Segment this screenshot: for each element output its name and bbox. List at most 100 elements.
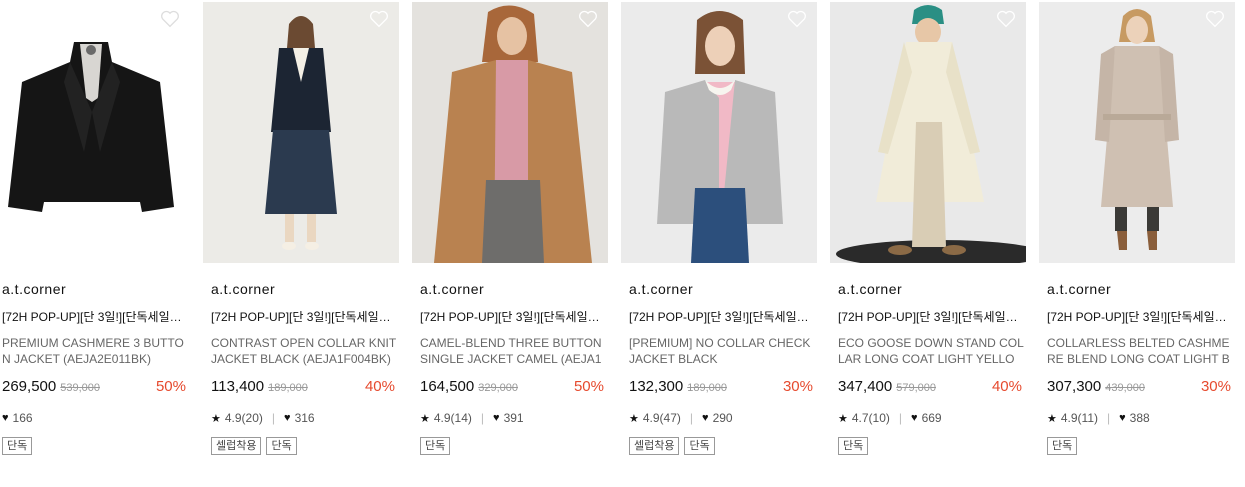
wishlist-heart-icon[interactable] xyxy=(160,10,180,28)
product-meta: ★ 4.7(10) | ♥ 669 xyxy=(838,411,942,425)
product-meta: ★ 4.9(11) | ♥ 388 xyxy=(1047,411,1150,425)
product-meta: ★ 4.9(14) | ♥ 391 xyxy=(420,411,524,425)
promo-text[interactable]: [72H POP-UP][단 3일!][단독세일… xyxy=(420,308,602,325)
heart-filled-icon: ♥ xyxy=(284,412,291,424)
like-count: 166 xyxy=(12,411,33,425)
rating: 4.9(11) xyxy=(1060,411,1099,425)
product-name[interactable]: COLLARLESS BELTED CASHMERE BLEND LONG CO… xyxy=(1047,335,1233,367)
tag-list: 셀럽착용 단독 xyxy=(629,437,715,455)
product-name[interactable]: [PREMIUM] NO COLLAR CHECK JACKET BLACK xyxy=(629,335,815,367)
price: 307,300 439,000 xyxy=(1047,378,1145,395)
sale-price: 164,500 xyxy=(420,378,475,395)
promo-text[interactable]: [72H POP-UP][단 3일!][단독세일… xyxy=(838,308,1020,325)
like-count: 391 xyxy=(503,411,524,425)
heart-filled-icon: ♥ xyxy=(493,412,500,424)
product-name[interactable]: CONTRAST OPEN COLLAR KNIT JACKET BLACK (… xyxy=(211,335,397,367)
discount-rate: 40% xyxy=(991,378,1022,395)
discount-rate: 50% xyxy=(155,378,186,395)
wishlist-heart-icon[interactable] xyxy=(787,10,807,28)
tag-list: 단독 xyxy=(1047,437,1078,455)
promo-text[interactable]: [72H POP-UP][단 3일!][단독세일… xyxy=(629,308,811,325)
tag-badge: 단독 xyxy=(684,437,715,455)
promo-text[interactable]: [72H POP-UP][단 3일!][단독세일… xyxy=(211,308,393,325)
heart-filled-icon: ♥ xyxy=(911,412,918,424)
tag-badge: 단독 xyxy=(420,437,451,455)
product-card[interactable]: a.t.corner [72H POP-UP][단 3일!][단독세일… [PR… xyxy=(621,0,817,487)
brand-name[interactable]: a.t.corner xyxy=(420,281,484,297)
discount-rate: 30% xyxy=(782,378,813,395)
price: 113,400 189,000 xyxy=(211,378,308,395)
product-image[interactable] xyxy=(203,2,399,263)
divider: | xyxy=(271,411,276,425)
sale-price: 132,300 xyxy=(629,378,684,395)
tag-list: 단독 xyxy=(2,437,33,455)
brand-name[interactable]: a.t.corner xyxy=(838,281,902,297)
price: 164,500 329,000 xyxy=(420,378,518,395)
like-count: 669 xyxy=(921,411,942,425)
rating: 4.9(14) xyxy=(433,411,472,425)
like-count: 388 xyxy=(1129,411,1150,425)
discount-rate: 30% xyxy=(1200,378,1231,395)
product-meta: ★ 4.9(47) | ♥ 290 xyxy=(629,411,733,425)
heart-filled-icon: ♥ xyxy=(702,412,709,424)
rating: 4.9(20) xyxy=(224,411,263,425)
tag-badge: 셀럽착용 xyxy=(211,437,262,455)
wishlist-heart-icon[interactable] xyxy=(369,10,389,28)
tag-badge: 단독 xyxy=(1047,437,1078,455)
star-icon: ★ xyxy=(211,412,221,425)
brand-name[interactable]: a.t.corner xyxy=(211,281,275,297)
like-count: 290 xyxy=(712,411,733,425)
product-grid: a.t.corner [72H POP-UP][단 3일!][단독세일… PRE… xyxy=(0,0,1245,487)
price: 347,400 579,000 xyxy=(838,378,936,395)
product-image[interactable] xyxy=(0,2,190,263)
discount-rate: 50% xyxy=(573,378,604,395)
product-image[interactable] xyxy=(412,2,608,263)
wishlist-heart-icon[interactable] xyxy=(996,10,1016,28)
original-price: 439,000 xyxy=(1105,382,1145,394)
tag-list: 단독 xyxy=(420,437,451,455)
divider: | xyxy=(1107,411,1111,425)
product-card[interactable]: a.t.corner [72H POP-UP][단 3일!][단독세일… ECO… xyxy=(830,0,1026,487)
product-meta: ★ 4.9(20) | ♥ 316 xyxy=(211,411,315,425)
product-card[interactable]: a.t.corner [72H POP-UP][단 3일!][단독세일… PRE… xyxy=(0,0,190,487)
divider: | xyxy=(689,411,694,425)
rating: 4.9(47) xyxy=(642,411,681,425)
brand-name[interactable]: a.t.corner xyxy=(1047,281,1111,297)
sale-price: 113,400 xyxy=(211,378,265,395)
heart-filled-icon: ♥ xyxy=(2,412,9,424)
original-price: 579,000 xyxy=(896,382,936,394)
product-card[interactable]: a.t.corner [72H POP-UP][단 3일!][단독세일… CON… xyxy=(203,0,399,487)
divider: | xyxy=(898,411,903,425)
divider: | xyxy=(480,411,485,425)
sale-price: 307,300 xyxy=(1047,378,1102,395)
rating: 4.7(10) xyxy=(851,411,890,425)
tag-list: 단독 xyxy=(838,437,869,455)
discount-rate: 40% xyxy=(364,378,395,395)
product-name[interactable]: PREMIUM CASHMERE 3 BUTTON JACKET (AEJA2E… xyxy=(2,335,188,367)
product-card[interactable]: a.t.corner [72H POP-UP][단 3일!][단독세일… CAM… xyxy=(412,0,608,487)
promo-text[interactable]: [72H POP-UP][단 3일!][단독세일… xyxy=(2,308,184,325)
price: 269,500 539,000 xyxy=(2,378,100,395)
star-icon: ★ xyxy=(629,412,639,425)
brand-name[interactable]: a.t.corner xyxy=(629,281,693,297)
original-price: 329,000 xyxy=(478,382,518,394)
heart-filled-icon: ♥ xyxy=(1119,412,1126,424)
like-count: 316 xyxy=(294,411,315,425)
product-card[interactable]: a.t.corner [72H POP-UP][단 3일!][단독세일… COL… xyxy=(1039,0,1235,487)
star-icon: ★ xyxy=(420,412,430,425)
product-image[interactable] xyxy=(621,2,817,263)
star-icon: ★ xyxy=(838,412,848,425)
tag-badge: 셀럽착용 xyxy=(629,437,680,455)
product-name[interactable]: ECO GOOSE DOWN STAND COLLAR LONG COAT LI… xyxy=(838,335,1024,367)
promo-text[interactable]: [72H POP-UP][단 3일!][단독세일… xyxy=(1047,308,1229,325)
wishlist-heart-icon[interactable] xyxy=(578,10,598,28)
brand-name[interactable]: a.t.corner xyxy=(2,281,66,297)
product-name[interactable]: CAMEL-BLEND THREE BUTTON SINGLE JACKET C… xyxy=(420,335,606,367)
wishlist-heart-icon[interactable] xyxy=(1205,10,1225,28)
tag-badge: 단독 xyxy=(838,437,869,455)
original-price: 189,000 xyxy=(268,382,308,394)
original-price: 539,000 xyxy=(60,382,100,394)
tag-badge: 단독 xyxy=(266,437,297,455)
product-image[interactable] xyxy=(1039,2,1235,263)
product-image[interactable] xyxy=(830,2,1026,263)
